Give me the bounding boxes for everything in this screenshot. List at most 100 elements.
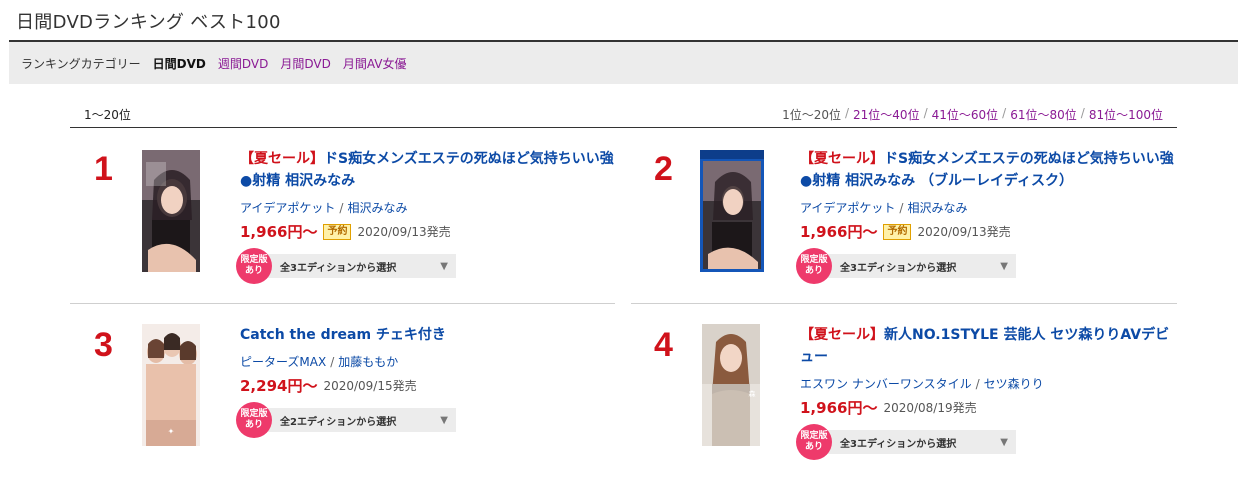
product-info: 【夏セール】ドS痴女メンズエステの死ぬほど気持ちいい強●射精 相沢みなみ （ブル…: [796, 148, 1180, 284]
pager-link-61-80[interactable]: 61位〜80位: [1010, 106, 1077, 123]
caret-down-icon: ▼: [440, 261, 448, 272]
row-divider: [631, 303, 1177, 304]
release-date: 2020/09/15発売: [323, 379, 417, 393]
rank-number: 1: [94, 150, 113, 188]
caret-down-icon: ▼: [1000, 437, 1008, 448]
pager-link-41-60[interactable]: 41位〜60位: [932, 106, 999, 123]
release-date: 2020/09/13発売: [357, 225, 451, 239]
meta-separator: /: [330, 355, 335, 369]
edition-select[interactable]: 全3エディションから選択 ▼: [826, 430, 1016, 454]
edition-row: 限定版 あり 全3エディションから選択 ▼: [796, 424, 1180, 460]
ranking-item: 4 森 【夏セール】新人NO.1STYLE 芸能人 セツ森りりAVデビュー エス…: [630, 324, 1177, 484]
product-meta: ピーターズMAX / 加藤ももか: [240, 353, 620, 370]
product-thumbnail[interactable]: ✦: [142, 324, 200, 446]
pager-link-21-40[interactable]: 21位〜40位: [853, 106, 920, 123]
category-link-weekly[interactable]: 週間DVD: [218, 55, 268, 72]
limited-edition-badge: 限定版 あり: [796, 424, 832, 460]
release-date: 2020/08/19発売: [883, 401, 977, 415]
actress-link[interactable]: セツ森りり: [984, 377, 1044, 391]
maker-link[interactable]: エスワン ナンバーワンスタイル: [800, 377, 972, 391]
release-date: 2020/09/13発売: [917, 225, 1011, 239]
edition-select[interactable]: 全3エディションから選択 ▼: [826, 254, 1016, 278]
limited-edition-badge: 限定版 あり: [236, 248, 272, 284]
pager-separator: /: [844, 106, 850, 120]
product-title-link[interactable]: 【夏セール】ドS痴女メンズエステの死ぬほど気持ちいい強●射精 相沢みなみ （ブル…: [800, 148, 1180, 192]
sale-tag: 【夏セール】: [800, 151, 884, 167]
price-line: 1,966円〜 2020/08/19発売: [800, 397, 1180, 418]
product-title-link[interactable]: 【夏セール】ドS痴女メンズエステの死ぬほど気持ちいい強●射精 相沢みなみ: [240, 148, 620, 192]
badge-line-2: あり: [244, 266, 263, 276]
edition-row: 限定版 あり 全3エディションから選択 ▼: [796, 248, 1180, 284]
product-thumbnail[interactable]: [142, 150, 200, 272]
price: 1,966円〜: [800, 223, 878, 241]
product-title-link[interactable]: 【夏セール】新人NO.1STYLE 芸能人 セツ森りりAVデビュー: [800, 324, 1180, 368]
pager-separator: /: [1002, 106, 1007, 120]
product-meta: アイデアポケット / 相沢みなみ: [800, 199, 1180, 216]
product-thumbnail[interactable]: [700, 150, 764, 272]
product-meta: アイデアポケット / 相沢みなみ: [240, 199, 620, 216]
edition-select-label: 全2エディションから選択: [280, 416, 397, 428]
range-current: 1〜20位: [84, 108, 131, 122]
actress-link[interactable]: 加藤ももか: [338, 355, 398, 369]
price-line: 2,294円〜 2020/09/15発売: [240, 375, 620, 396]
edition-select-label: 全3エディションから選択: [280, 262, 397, 274]
edition-select-label: 全3エディションから選択: [840, 262, 957, 274]
edition-row: 限定版 あり 全2エディションから選択 ▼: [236, 402, 620, 438]
preorder-badge: 予約: [883, 223, 912, 240]
pager-current: 1位〜20位: [782, 108, 841, 122]
meta-separator: /: [899, 201, 904, 215]
pager: 1位〜20位 / 21位〜40位 / 41位〜60位 / 61位〜80位 / 8…: [782, 106, 1163, 123]
product-title-link[interactable]: Catch the dream チェキ付き: [240, 324, 620, 346]
ranking-item: 2 【夏セール】ドS痴女メンズエステの死ぬほど気持ちいい強●射精 相沢みなみ （…: [630, 148, 1177, 308]
product-info: Catch the dream チェキ付き ピーターズMAX / 加藤ももか 2,2…: [236, 324, 620, 438]
caret-down-icon: ▼: [440, 415, 448, 426]
price: 1,966円〜: [240, 223, 318, 241]
category-link-monthly[interactable]: 月間DVD: [280, 55, 330, 72]
product-meta: エスワン ナンバーワンスタイル / セツ森りり: [800, 375, 1180, 392]
maker-link[interactable]: アイデアポケット: [240, 201, 335, 215]
actress-link[interactable]: 相沢みなみ: [347, 201, 407, 215]
pager-separator: /: [923, 106, 928, 120]
product-thumbnail[interactable]: 森: [702, 324, 760, 446]
svg-text:森: 森: [749, 389, 756, 398]
maker-link[interactable]: アイデアポケット: [800, 201, 895, 215]
limited-edition-badge: 限定版 あり: [796, 248, 832, 284]
price: 1,966円〜: [800, 399, 878, 417]
badge-line-1: 限定版: [800, 255, 828, 265]
pager-separator: /: [1080, 106, 1085, 120]
badge-line-2: あり: [804, 442, 823, 452]
meta-separator: /: [975, 377, 980, 391]
category-bar: ランキングカテゴリー 日間DVD 週間DVD 月間DVD 月間AV女優: [9, 42, 1238, 84]
edition-select[interactable]: 全3エディションから選択 ▼: [266, 254, 456, 278]
badge-line-1: 限定版: [240, 409, 268, 419]
caret-down-icon: ▼: [1000, 261, 1008, 272]
sale-tag: 【夏セール】: [800, 327, 884, 343]
badge-line-2: あり: [244, 420, 263, 430]
rank-number: 4: [654, 326, 673, 364]
price-line: 1,966円〜 予約 2020/09/13発売: [240, 221, 620, 242]
ranking-item: 1 【夏セール】ドS痴女メンズエステの死ぬほど気持ちいい強●射精 相沢みなみ ア…: [70, 148, 617, 308]
row-divider: [70, 303, 615, 304]
preorder-badge: 予約: [323, 223, 352, 240]
category-current: 日間DVD: [152, 57, 206, 71]
category-link-monthly-actress[interactable]: 月間AV女優: [343, 55, 407, 72]
meta-separator: /: [339, 201, 344, 215]
actress-link[interactable]: 相沢みなみ: [907, 201, 967, 215]
page-title: 日間DVDランキング ベスト100: [16, 12, 281, 33]
price-line: 1,966円〜 予約 2020/09/13発売: [800, 221, 1180, 242]
list-top-rule: [70, 127, 1177, 128]
maker-link[interactable]: ピーターズMAX: [240, 355, 326, 369]
product-title: Catch the dream チェキ付き: [240, 327, 446, 343]
sale-tag: 【夏セール】: [240, 151, 324, 167]
pager-link-81-100[interactable]: 81位〜100位: [1089, 106, 1163, 123]
edition-select[interactable]: 全2エディションから選択 ▼: [266, 408, 456, 432]
product-info: 【夏セール】新人NO.1STYLE 芸能人 セツ森りりAVデビュー エスワン ナ…: [796, 324, 1180, 460]
rank-number: 2: [654, 150, 673, 188]
badge-line-2: あり: [804, 266, 823, 276]
badge-line-1: 限定版: [240, 255, 268, 265]
edition-select-label: 全3エディションから選択: [840, 438, 957, 450]
category-label: ランキングカテゴリー: [21, 57, 141, 71]
rank-number: 3: [94, 326, 113, 364]
svg-text:✦: ✦: [168, 427, 175, 436]
product-info: 【夏セール】ドS痴女メンズエステの死ぬほど気持ちいい強●射精 相沢みなみ アイデ…: [236, 148, 620, 284]
